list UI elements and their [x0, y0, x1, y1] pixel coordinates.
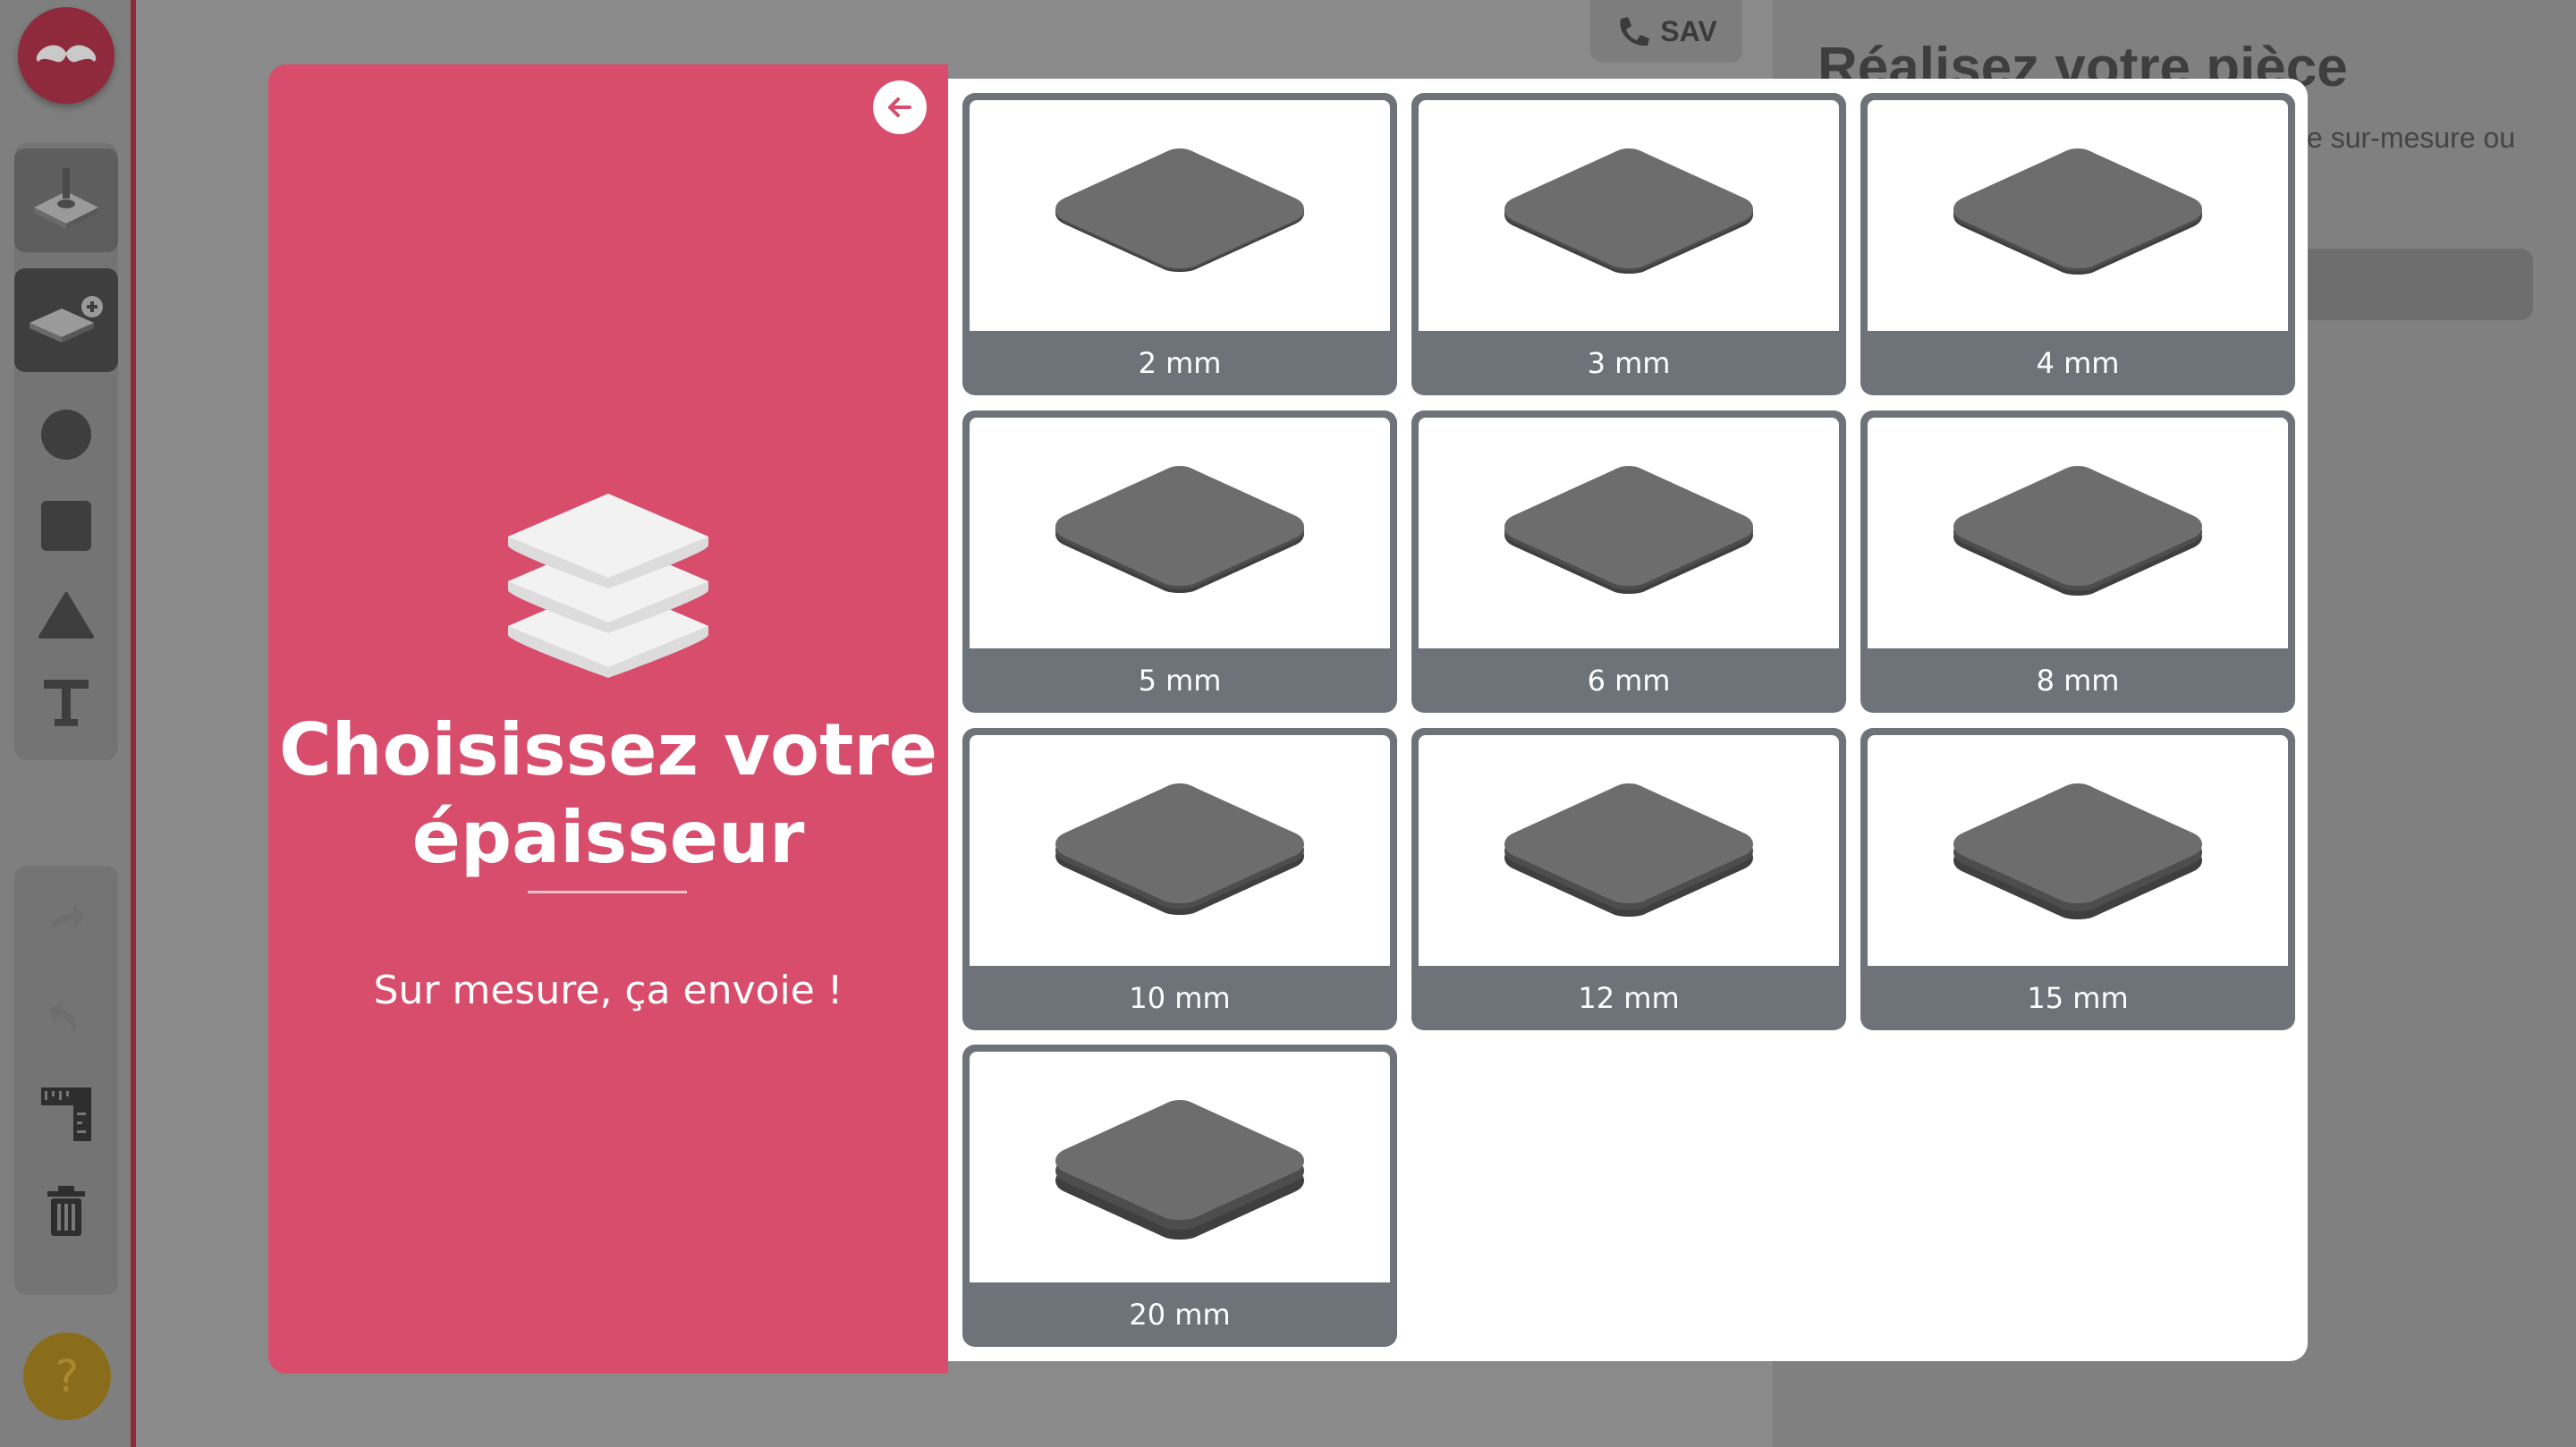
trash-icon: [47, 1186, 85, 1236]
ruler-button[interactable]: [14, 1062, 118, 1166]
thickness-options-panel: 2 mm 3 mm 4 mm 5 mm 6 mm 8 mm 10 mm 12 m…: [948, 79, 2308, 1361]
text-icon: [44, 680, 89, 726]
option-label: 2 mm: [1138, 346, 1222, 380]
option-label: 12 mm: [1578, 981, 1680, 1015]
plate-thumbnail-icon: [1055, 1100, 1304, 1240]
arrow-left-icon: [888, 97, 911, 117]
modal-subtitle: Sur mesure, ça envoie !: [373, 968, 843, 1013]
triangle-icon: [38, 592, 94, 639]
plate-preview: [1868, 735, 2288, 966]
plate-preview: [1868, 100, 2288, 331]
help-label: ?: [55, 1350, 80, 1402]
circle-tool-button[interactable]: [14, 383, 118, 487]
layers-icon: [508, 494, 708, 678]
text-tool-button[interactable]: [14, 651, 118, 755]
thickness-option-8mm[interactable]: 8 mm: [1860, 410, 2295, 713]
plate-preview: [1419, 418, 1839, 648]
shape-tool-group: [14, 143, 118, 760]
undo-button[interactable]: [14, 964, 118, 1068]
plate-preview: [970, 1052, 1390, 1282]
action-tool-group: [14, 866, 118, 1295]
option-label: 6 mm: [1587, 664, 1671, 698]
ruler-icon: [41, 1087, 91, 1141]
cnc-tool-button[interactable]: [14, 148, 118, 252]
option-label: 5 mm: [1138, 664, 1222, 698]
option-label: 4 mm: [2036, 346, 2120, 380]
plate-preview: [1868, 418, 2288, 648]
thickness-option-12mm[interactable]: 12 mm: [1411, 728, 1846, 1030]
plate-preview: [1419, 100, 1839, 331]
plate-thumbnail-icon: [1504, 148, 1753, 274]
phone-icon: [1620, 17, 1650, 47]
delete-button[interactable]: [14, 1159, 118, 1263]
square-icon: [41, 501, 91, 551]
add-plate-icon: [30, 296, 103, 343]
help-button[interactable]: ?: [23, 1333, 111, 1420]
thickness-option-4mm[interactable]: 4 mm: [1860, 93, 2295, 395]
circle-icon: [41, 410, 91, 460]
thickness-option-20mm[interactable]: 20 mm: [962, 1045, 1397, 1347]
sav-button[interactable]: SAV: [1590, 0, 1742, 63]
square-tool-button[interactable]: [14, 474, 118, 578]
plate-thumbnail-icon: [1504, 466, 1753, 594]
modal-title-line1: Choisissez votre: [278, 708, 938, 791]
back-button[interactable]: [873, 80, 927, 134]
option-label: 10 mm: [1129, 981, 1231, 1015]
modal-title: Choisissez votre épaisseur: [268, 707, 948, 882]
cnc-icon: [34, 168, 98, 229]
plate-thumbnail-icon: [1953, 783, 2202, 919]
option-label: 3 mm: [1587, 346, 1671, 380]
tool-sidebar: ?: [0, 0, 136, 1447]
plate-preview: [970, 735, 1390, 966]
redo-icon: [51, 904, 85, 933]
plate-thumbnail-icon: [1953, 148, 2202, 275]
thickness-option-2mm[interactable]: 2 mm: [962, 93, 1397, 395]
plate-preview: [970, 100, 1390, 331]
plate-preview: [1419, 735, 1839, 966]
thickness-option-3mm[interactable]: 3 mm: [1411, 93, 1846, 395]
title-divider: [528, 891, 687, 893]
redo-button[interactable]: [14, 866, 118, 969]
logo-mustache-icon[interactable]: [18, 7, 114, 104]
thickness-option-6mm[interactable]: 6 mm: [1411, 410, 1846, 713]
plate-thumbnail-icon: [1055, 148, 1304, 272]
plate-thumbnail-icon: [1055, 783, 1304, 915]
thickness-option-10mm[interactable]: 10 mm: [962, 728, 1397, 1030]
option-label: 15 mm: [2027, 981, 2129, 1015]
plate-thumbnail-icon: [1504, 783, 1753, 917]
undo-icon: [48, 1000, 77, 1036]
option-label: 20 mm: [1129, 1298, 1231, 1332]
option-label: 8 mm: [2036, 664, 2120, 698]
add-plate-tool-button[interactable]: [14, 268, 118, 372]
thickness-option-5mm[interactable]: 5 mm: [962, 410, 1397, 713]
plate-thumbnail-icon: [1953, 466, 2202, 596]
thickness-modal-header: Choisissez votre épaisseur Sur mesure, ç…: [268, 64, 948, 1374]
modal-title-line2: épaisseur: [411, 796, 805, 879]
plate-preview: [970, 418, 1390, 648]
sav-label: SAV: [1660, 14, 1717, 47]
thickness-option-15mm[interactable]: 15 mm: [1860, 728, 2295, 1030]
plate-thumbnail-icon: [1055, 466, 1304, 593]
